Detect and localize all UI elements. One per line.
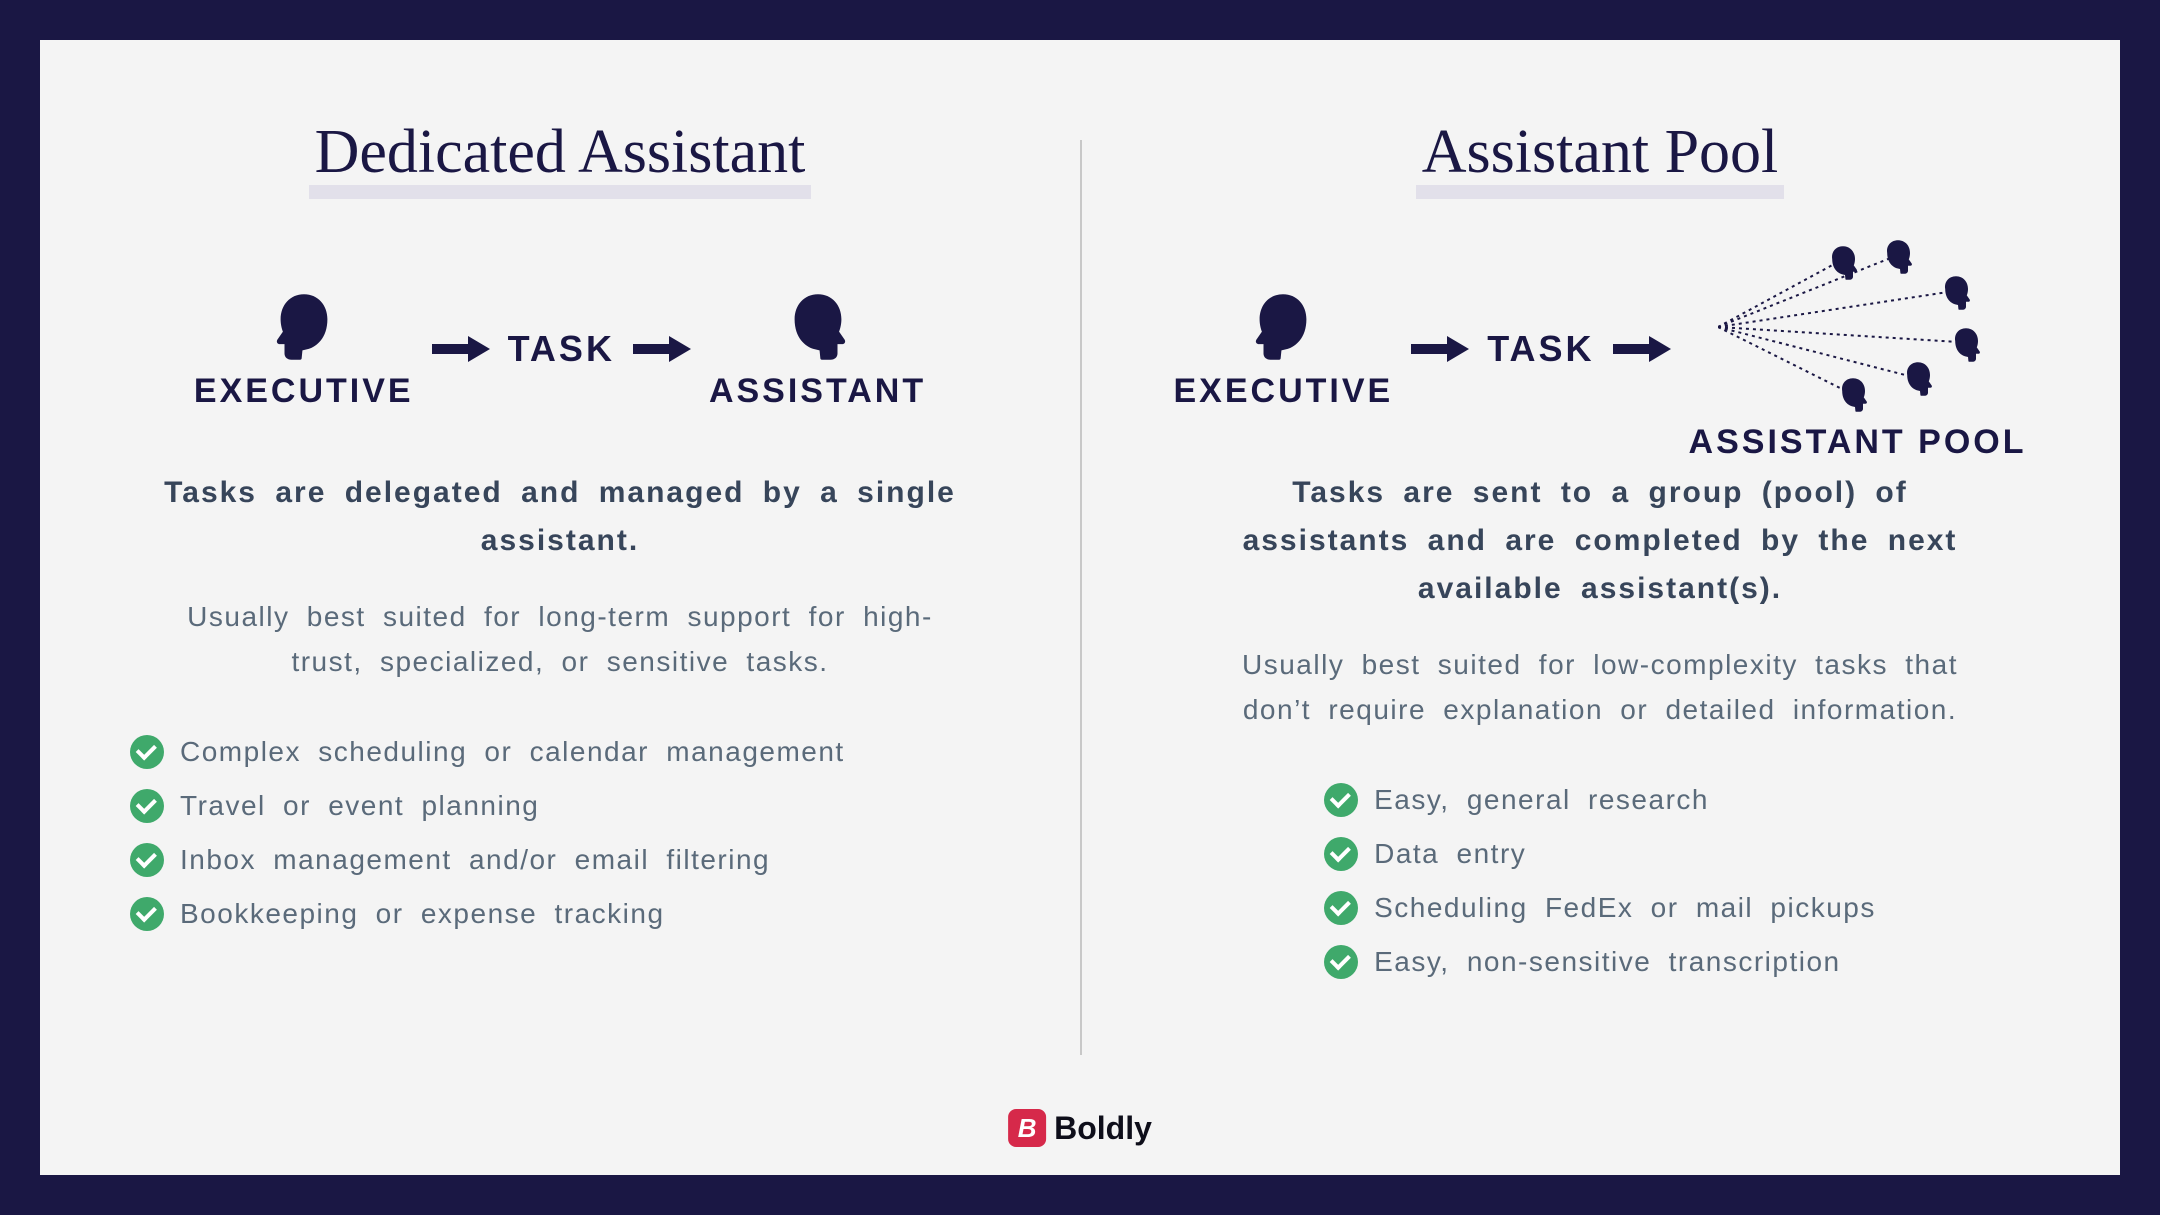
person-head-small-icon [1898,359,1938,404]
bullet-item: Travel or event planning [130,789,845,823]
infographic-canvas: Dedicated Assistant EXECUTIVE TASK ASSIS… [40,40,2120,1175]
assistant-pool-label: ASSISTANT POOL [1689,423,2027,462]
right-column: Assistant Pool EXECUTIVE TASK [1080,40,2120,1175]
arrow-right-icon [1411,334,1469,364]
task-label: TASK [508,328,615,370]
bullet-item: Inbox management and/or email filtering [130,843,845,877]
bullet-item: Easy, non-sensitive transcription [1324,945,1876,979]
check-icon [130,735,164,769]
left-column: Dedicated Assistant EXECUTIVE TASK ASSIS… [40,40,1080,1175]
assistant-label: ASSISTANT [709,372,926,411]
check-icon [130,843,164,877]
right-title: Assistant Pool [1416,120,1785,199]
brand-logo-icon: B [1008,1109,1046,1147]
left-title: Dedicated Assistant [309,120,812,199]
bullet-text: Data entry [1374,838,1526,870]
person-head-small-icon [1936,273,1976,318]
bullet-text: Easy, general research [1374,784,1709,816]
center-divider [1080,140,1082,1055]
bullet-item: Bookkeeping or expense tracking [130,897,845,931]
right-bullet-list: Easy, general research Data entry Schedu… [1324,783,1876,979]
assistant-pool-block: ASSISTANT POOL [1689,237,2027,462]
person-head-icon [265,288,343,366]
check-icon [1324,837,1358,871]
person-head-icon [779,288,857,366]
check-icon [1324,891,1358,925]
executive-block: EXECUTIVE [194,288,414,411]
arrow-right-icon [633,334,691,364]
left-description-light: Usually best suited for long-term suppor… [160,595,960,685]
assistant-block: ASSISTANT [709,288,926,411]
brand-name: Boldly [1054,1110,1152,1147]
bullet-item: Easy, general research [1324,783,1876,817]
right-description-light: Usually best suited for low-complexity t… [1200,643,2000,733]
arrow-right-icon [432,334,490,364]
bullet-text: Travel or event planning [180,790,539,822]
executive-label: EXECUTIVE [194,372,414,411]
bullet-item: Complex scheduling or calendar managemen… [130,735,845,769]
bullet-item: Scheduling FedEx or mail pickups [1324,891,1876,925]
left-description-bold: Tasks are delegated and managed by a sin… [160,469,960,565]
check-icon [130,789,164,823]
arrow-right-icon [1613,334,1671,364]
person-head-icon [1244,288,1322,366]
executive-block: EXECUTIVE [1174,288,1394,411]
bullet-text: Inbox management and/or email filtering [180,844,770,876]
check-icon [1324,783,1358,817]
check-icon [1324,945,1358,979]
task-label: TASK [1487,328,1594,370]
bullet-text: Bookkeeping or expense tracking [180,898,665,930]
right-description-bold: Tasks are sent to a group (pool) of assi… [1200,469,2000,613]
bullet-item: Data entry [1324,837,1876,871]
bullet-text: Complex scheduling or calendar managemen… [180,736,845,768]
check-icon [130,897,164,931]
assistant-pool-cluster [1718,237,1998,417]
right-diagram: EXECUTIVE TASK [1174,249,2027,449]
person-head-small-icon [1823,243,1863,288]
bullet-text: Easy, non-sensitive transcription [1374,946,1841,978]
executive-label: EXECUTIVE [1174,372,1394,411]
person-head-small-icon [1946,325,1986,370]
brand-footer: B Boldly [1008,1109,1152,1147]
left-bullet-list: Complex scheduling or calendar managemen… [120,735,845,931]
person-head-small-icon [1833,375,1873,420]
person-head-small-icon [1878,237,1918,282]
left-diagram: EXECUTIVE TASK ASSISTANT [194,249,926,449]
bullet-text: Scheduling FedEx or mail pickups [1374,892,1876,924]
